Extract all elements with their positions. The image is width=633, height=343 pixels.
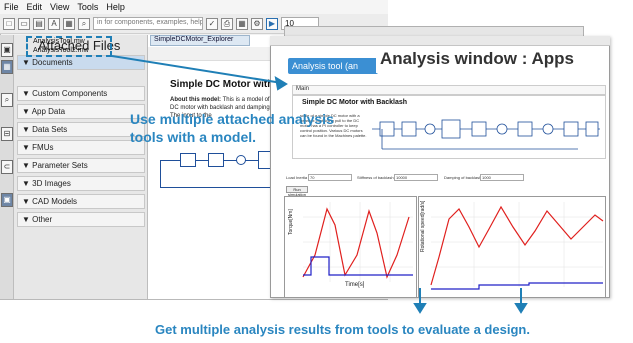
arrow-down-left-head	[413, 303, 427, 314]
callout-arrows	[111, 55, 528, 314]
caption-analysis-results: Get multiple analysis results from tools…	[155, 322, 530, 337]
arrow-to-apps-head	[274, 76, 288, 91]
caption-attached-tools: Use multiple attached analysis tools wit…	[130, 111, 334, 145]
arrow-down-right-head	[514, 303, 528, 314]
arrow-to-apps-line	[111, 55, 283, 84]
